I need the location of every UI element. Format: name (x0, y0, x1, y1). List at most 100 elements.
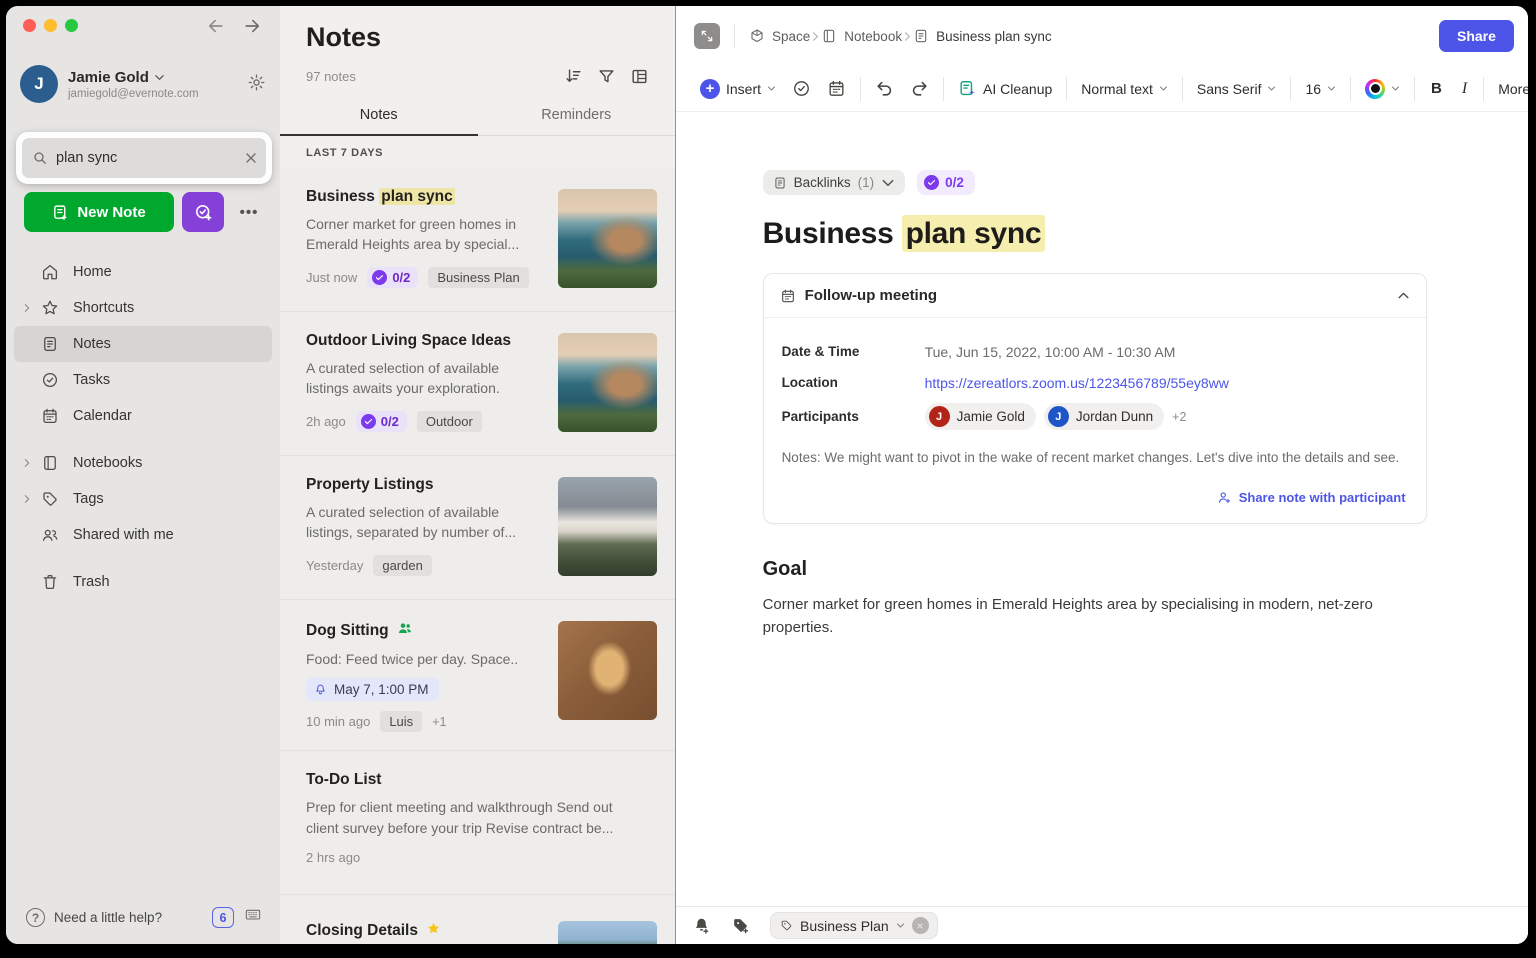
ai-cleanup-icon (958, 79, 977, 98)
breadcrumb-space[interactable]: Space (749, 28, 810, 44)
collapse-chevron-icon[interactable] (1397, 289, 1410, 302)
sidebar-item-trash[interactable]: Trash (14, 564, 272, 600)
remove-tag-icon[interactable] (912, 917, 929, 934)
share-note-with-participant-link[interactable]: Share note with participant (1217, 490, 1406, 505)
sort-icon[interactable] (564, 67, 583, 86)
note-tag-chip[interactable]: Business Plan (770, 912, 938, 939)
note-card-business-plan-sync[interactable]: Business plan sync Corner market for gre… (280, 168, 675, 312)
expand-note-icon[interactable] (694, 23, 720, 49)
task-progress-badge[interactable]: 0/2 (356, 411, 407, 432)
calendar-icon (40, 407, 60, 425)
note-card-outdoor-living[interactable]: Outdoor Living Space Ideas A curated sel… (280, 312, 675, 456)
sidebar-more-button[interactable]: ••• (232, 192, 266, 232)
note-thumbnail (558, 189, 657, 288)
undo-icon[interactable] (867, 79, 902, 98)
note-thumbnail (558, 921, 657, 944)
chevron-down-icon (881, 176, 895, 190)
history-forward-icon[interactable] (242, 16, 262, 41)
chevron-right-icon[interactable] (22, 458, 40, 468)
chevron-right-icon[interactable] (22, 303, 40, 313)
notes-count: 97 notes (306, 69, 564, 84)
goal-heading[interactable]: Goal (763, 558, 1427, 581)
note-tag[interactable]: Luis (380, 711, 422, 732)
account-switcher[interactable]: J Jamie Gold jamiegold@evernote.com (20, 62, 266, 106)
meeting-date-label: Date & Time (782, 344, 925, 359)
clear-search-icon[interactable] (243, 150, 259, 166)
sidebar: J Jamie Gold jamiegold@evernote.com New … (6, 6, 280, 944)
more-formatting-dropdown[interactable]: More (1490, 81, 1528, 97)
task-progress-badge[interactable]: 0/2 (917, 170, 975, 195)
backlinks-pill[interactable]: Backlinks (1) (763, 170, 906, 195)
home-icon (40, 263, 60, 281)
sidebar-item-calendar[interactable]: Calendar (14, 398, 272, 434)
editor-footer: Business Plan (676, 906, 1528, 944)
note-tag[interactable]: Business Plan (428, 267, 528, 288)
text-style-dropdown[interactable]: Normal text (1073, 81, 1176, 97)
notes-list-title: Notes (306, 22, 649, 53)
zoom-window-button[interactable] (65, 19, 78, 32)
sidebar-item-shortcuts[interactable]: Shortcuts (14, 290, 272, 326)
ai-cleanup-button[interactable]: AI Cleanup (950, 79, 1060, 98)
reminder-badge[interactable]: May 7, 1:00 PM (306, 678, 439, 701)
italic-button[interactable]: I (1452, 80, 1477, 98)
sidebar-item-shared-with-me[interactable]: Shared with me (14, 517, 272, 553)
sidebar-item-notebooks[interactable]: Notebooks (14, 445, 272, 481)
meeting-link[interactable]: https://zereatlors.zoom.us/1223456789/55… (925, 375, 1229, 391)
note-card-closing-details[interactable]: Closing Details (280, 895, 675, 944)
note-tag[interactable]: garden (373, 555, 431, 576)
text-color-picker[interactable] (1357, 79, 1408, 99)
chevron-down-icon (1327, 84, 1336, 93)
breadcrumb-notebook[interactable]: Notebook (821, 28, 902, 44)
new-task-button[interactable] (182, 192, 224, 232)
sidebar-item-notes[interactable]: Notes (14, 326, 272, 362)
settings-gear-icon[interactable] (247, 73, 266, 96)
insert-task-icon[interactable] (784, 79, 819, 98)
chevron-right-icon[interactable] (22, 494, 40, 504)
insert-calendar-icon[interactable] (819, 79, 854, 98)
breadcrumb-note[interactable]: Business plan sync (913, 28, 1052, 44)
participant-chip[interactable]: J Jordan Dunn (1044, 403, 1164, 430)
tab-reminders[interactable]: Reminders (478, 98, 676, 135)
minimize-window-button[interactable] (44, 19, 57, 32)
redo-icon[interactable] (902, 79, 937, 98)
note-card-todo-list[interactable]: To-Do List Prep for client meeting and w… (280, 751, 675, 895)
insert-menu[interactable]: + Insert (692, 79, 784, 99)
search-input[interactable] (56, 150, 243, 166)
close-window-button[interactable] (23, 19, 36, 32)
note-tag[interactable]: Outdoor (417, 411, 482, 432)
add-reminder-icon[interactable] (692, 916, 711, 935)
sidebar-item-tags[interactable]: Tags (14, 481, 272, 517)
note-icon (913, 28, 929, 44)
help-row[interactable]: ? Need a little help? 6 (26, 907, 264, 928)
note-card-dog-sitting[interactable]: Dog Sitting Food: Feed twice per day. Sp… (280, 600, 675, 751)
chevron-down-icon (1159, 84, 1168, 93)
new-note-button[interactable]: New Note (24, 192, 174, 232)
goal-paragraph[interactable]: Corner market for green homes in Emerald… (763, 593, 1411, 640)
participant-chip[interactable]: J Jamie Gold (925, 403, 1036, 430)
font-family-dropdown[interactable]: Sans Serif (1189, 81, 1285, 97)
bold-button[interactable]: B (1421, 80, 1452, 97)
notes-scroll-area[interactable]: Business plan sync Corner market for gre… (280, 168, 675, 944)
more-tags-count[interactable]: +1 (432, 715, 446, 729)
note-card-property-listings[interactable]: Property Listings A curated selection of… (280, 456, 675, 600)
note-thumbnail (558, 477, 657, 576)
view-options-icon[interactable] (630, 67, 649, 86)
search-box[interactable] (22, 138, 266, 178)
editor-body[interactable]: Backlinks (1) 0/2 Business plan sync (676, 112, 1528, 944)
search-highlight-ring (16, 132, 272, 184)
history-back-icon[interactable] (206, 16, 226, 41)
filter-icon[interactable] (597, 67, 616, 86)
task-progress-badge[interactable]: 0/2 (367, 267, 418, 288)
note-snippet: A curated selection of available listing… (306, 502, 531, 543)
keyboard-shortcuts-icon[interactable] (242, 907, 264, 928)
sidebar-item-tasks[interactable]: Tasks (14, 362, 272, 398)
note-title[interactable]: Business plan sync (763, 217, 1427, 251)
add-tag-icon[interactable] (731, 916, 750, 935)
more-participants-count[interactable]: +2 (1172, 410, 1186, 424)
tab-notes[interactable]: Notes (280, 98, 478, 136)
sidebar-item-home[interactable]: Home (14, 254, 272, 290)
window-controls (23, 19, 78, 32)
font-size-dropdown[interactable]: 16 (1297, 81, 1344, 97)
share-button[interactable]: Share (1439, 20, 1514, 52)
note-time: Yesterday (306, 558, 363, 573)
